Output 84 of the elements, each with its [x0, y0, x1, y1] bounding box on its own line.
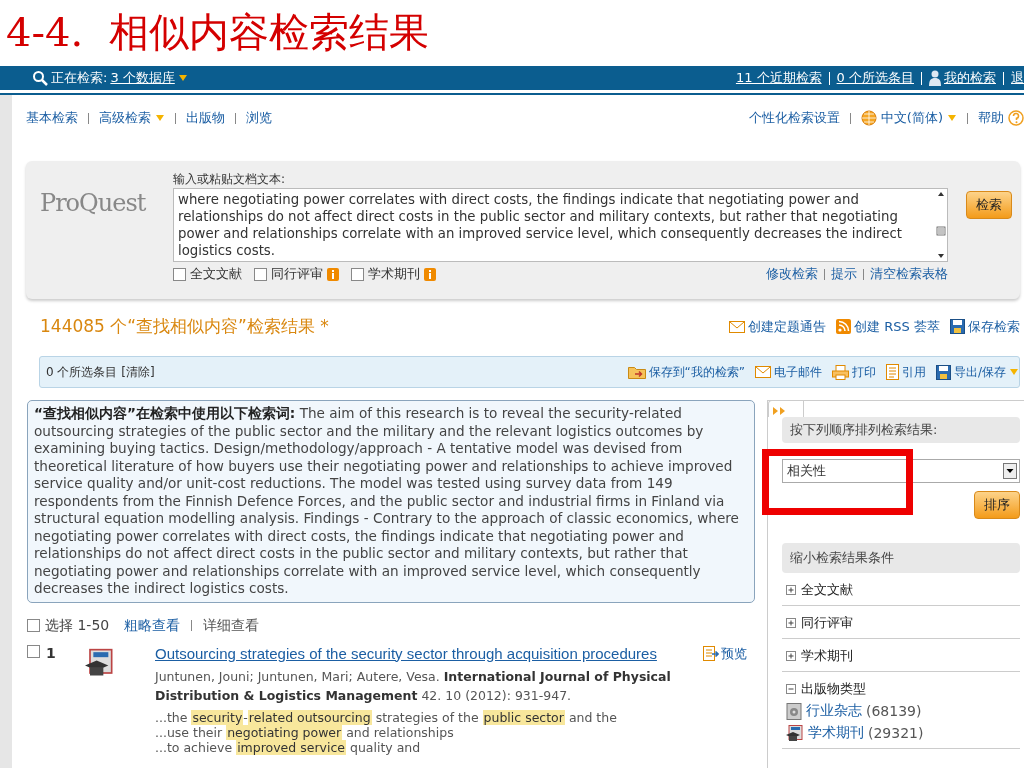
- action-link[interactable]: 电子邮件: [773, 363, 822, 381]
- checkbox[interactable]: [254, 267, 267, 281]
- nav-link[interactable]: 个性化检索设置: [748, 109, 840, 127]
- cap-page-icon: [85, 646, 115, 679]
- help-icon: [1008, 110, 1024, 126]
- view-tab[interactable]: 详细查看: [203, 616, 260, 635]
- gear-page-icon: [786, 702, 802, 720]
- search-icon: [32, 70, 48, 86]
- lined-page-icon: [885, 364, 899, 380]
- text-area[interactable]: where negotiating power correlates with direct costs, the findings indicate that negotiating power and relationships do not affect direct costs in the public sector and military contexts, but rather that negotiating power and relationships correlate with an improved service level, which consequently decreases the indirect logistics costs.: [173, 188, 948, 262]
- language-menu[interactable]: 中文(简体): [880, 109, 943, 127]
- printer-icon: [831, 364, 849, 380]
- rss-icon: [836, 319, 852, 334]
- citation: Juntunen, Jouni; Juntunen, Mari; Autere, Vesa. International Journal of Physical Distribution & Logistics Management 42. 10 (2012): 931-947.: [155, 667, 672, 705]
- panel-link[interactable]: 提示: [831, 265, 857, 283]
- caret-icon: [947, 114, 957, 122]
- top-link[interactable]: 我的检索: [944, 69, 996, 87]
- mail-icon: [754, 366, 771, 378]
- facet-count: (68139): [866, 703, 922, 719]
- facet-option[interactable]: 行业杂志: [806, 702, 862, 720]
- minus-box-icon[interactable]: [786, 684, 796, 694]
- help-link[interactable]: 帮助: [978, 109, 1004, 127]
- facet-count: (29321): [868, 725, 924, 741]
- folder-icon: [627, 365, 646, 379]
- filter-label: 全文文献: [190, 265, 242, 283]
- snippet-text: ...use their negotiating power and relationships: [155, 724, 455, 740]
- results-title: 144085 个“查找相似内容”检索结果 *: [40, 315, 329, 338]
- filter-label: 学术期刊: [368, 265, 420, 283]
- checkbox[interactable]: [173, 267, 186, 281]
- action-link[interactable]: 打印: [851, 363, 876, 381]
- preview-icon: [703, 645, 719, 662]
- view-tab[interactable]: 粗略查看: [124, 616, 181, 635]
- preview-link[interactable]: 预览: [721, 644, 747, 663]
- sort-select[interactable]: 相关性: [782, 459, 1020, 483]
- select-label: 选择 1-50: [45, 616, 110, 635]
- filter-label: 同行评审: [271, 265, 323, 283]
- slide-title: 4-4. 相似内容检索结果: [5, 8, 430, 57]
- top-link[interactable]: 0 个所选条目: [836, 69, 914, 87]
- facet-link[interactable]: 学术期刊: [801, 647, 853, 665]
- collapse-tab[interactable]: [768, 400, 804, 417]
- databases-link[interactable]: 3 个数据库: [110, 69, 175, 87]
- cap-page-icon: [786, 724, 804, 742]
- action-link[interactable]: 保存检索: [968, 317, 1020, 336]
- top-link[interactable]: 退: [1011, 69, 1024, 87]
- plus-box-icon[interactable]: [786, 618, 796, 628]
- mail-icon: [729, 320, 746, 333]
- action-link[interactable]: 创建 RSS 荟萃: [854, 317, 940, 336]
- facet-link[interactable]: 同行评审: [801, 614, 853, 632]
- nav-link[interactable]: 出版物: [186, 109, 225, 127]
- search-button[interactable]: 检索: [966, 191, 1012, 219]
- top-link[interactable]: 11 个近期检索: [735, 69, 822, 87]
- plus-box-icon[interactable]: [786, 651, 796, 661]
- nav-link[interactable]: 浏览: [246, 109, 272, 127]
- narrow-heading: 缩小检索结果条件: [782, 543, 1020, 573]
- logo: ProQuest: [39, 188, 147, 219]
- facet-link[interactable]: 出版物类型: [801, 680, 866, 698]
- snippet-text: ...to achieve improved service quality and: [155, 739, 421, 755]
- nav-link[interactable]: 基本检索: [26, 109, 78, 127]
- caret-icon: [177, 74, 188, 82]
- double-triangle-icon: [773, 407, 787, 415]
- sort-heading: 按下列顺序排列检索结果:: [782, 417, 1020, 443]
- user-icon: [929, 70, 941, 86]
- field-label: 输入或粘贴文档文本:: [173, 171, 287, 188]
- sort-button[interactable]: 排序: [974, 491, 1020, 519]
- plus-box-icon[interactable]: [786, 585, 796, 595]
- facet-link[interactable]: 全文文献: [801, 581, 853, 599]
- result-number: 1: [46, 644, 56, 661]
- selection-count: 0 个所选条目 [清除]: [46, 363, 155, 381]
- panel-link[interactable]: 修改检索: [766, 265, 818, 283]
- nav-link[interactable]: 高级检索: [99, 109, 151, 127]
- snippet-text: ...the security-related outsourcing strategies of the public sector and the: [155, 709, 618, 725]
- result-title-link[interactable]: Outsourcing strategies of the security sector through acquisition procedures: [155, 644, 657, 663]
- action-link[interactable]: 引用: [901, 363, 926, 381]
- globe-icon: [860, 110, 877, 126]
- facet-option[interactable]: 学术期刊: [808, 724, 864, 742]
- action-link[interactable]: 导出/保存: [953, 363, 1006, 381]
- searching-label: 正在检索:: [51, 69, 108, 87]
- action-link[interactable]: 创建定题通告: [748, 317, 827, 336]
- checkbox[interactable]: [27, 619, 40, 632]
- checkbox[interactable]: [27, 644, 40, 658]
- query-text: “查找相似内容”在检索中使用以下检索词: The aim of this research is to reveal the security-related outsourcing strategies of the public sector and the military and the relevant logistics outcomes by examining buying tactics. Design/methodology/approach - A tentative model was devised from theoretical literature of how buyers use their negotiating power and relationships to achieve improved service quality and/or unit-cost reductions. The model was tested using survey data from 149 respondents from the Finnish Defence Forces, and the public sector and industrial firms in Finland via structural equation modelling analysis. Findings - Contrary to the approach of classic economics, where negotiating power correlates with direct costs, the findings indicate that negotiating power and relationships do not affect direct costs in the public sector and military contexts, but rather that negotiating power and relationships correlate with an improved service level, which consequently decreases the indirect logistics costs.: [27, 400, 755, 603]
- action-link[interactable]: 保存到“我的检索”: [648, 363, 745, 381]
- panel-link[interactable]: 清空检索表格: [870, 265, 948, 283]
- checkbox[interactable]: [351, 267, 364, 281]
